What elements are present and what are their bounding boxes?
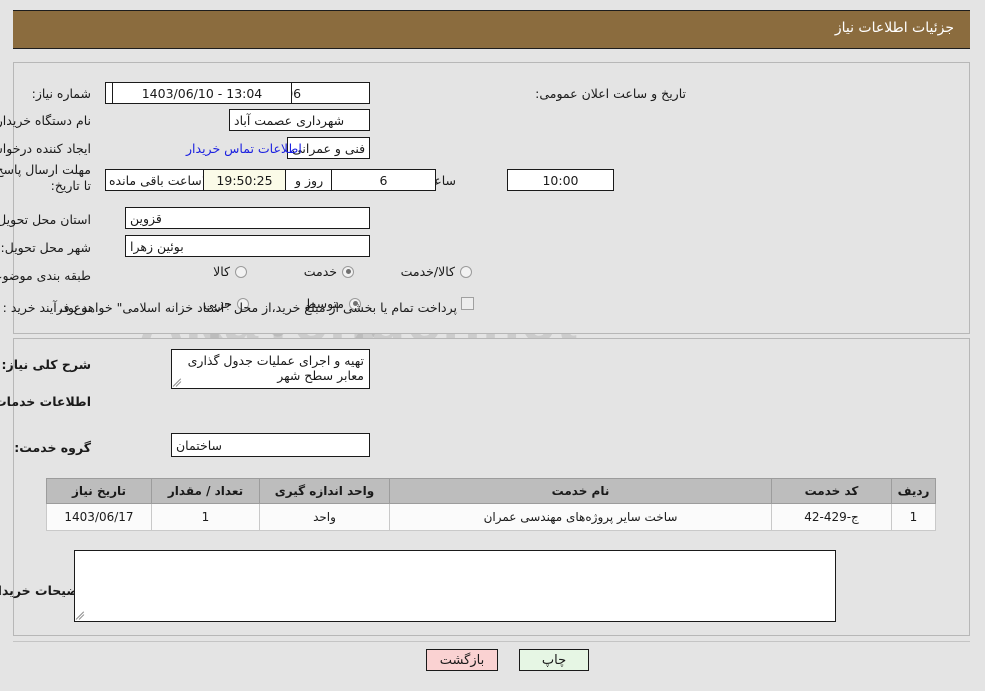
cell-service-name: ساخت سایر پروژه‌های مهندسی عمران — [390, 503, 773, 531]
radio-indicator-khedmat — [343, 265, 355, 278]
request-creator-label: ایجاد کننده درخواست: — [0, 141, 92, 156]
table-row: 1 ج-429-42 ساخت سایر پروژه‌های مهندسی عم… — [47, 503, 937, 531]
response-deadline-label: مهلت ارسال پاسخ: تا تاریخ: — [0, 162, 92, 193]
resize-grip-icon[interactable] — [173, 377, 185, 387]
page-header-bar: جزئیات اطلاعات نیاز — [14, 10, 971, 49]
delivery-city-value: بوئین زهرا — [126, 235, 371, 257]
remaining-days-value: 6 — [332, 169, 437, 191]
buyer-notes-textarea[interactable] — [75, 550, 837, 622]
treasury-bond-checkbox[interactable] — [462, 297, 475, 310]
col-header-unit: واحد اندازه گیری — [260, 478, 391, 504]
table-header-row: ردیف کد خدمت نام خدمت واحد اندازه گیری ت… — [47, 478, 937, 504]
print-button[interactable]: چاپ — [520, 649, 590, 671]
delivery-province-label: استان محل تحویل: — [0, 212, 92, 227]
delivery-province-value: قزوین — [126, 207, 371, 229]
radio-label-kala-khedmat: کالا/خدمت — [401, 264, 456, 279]
remaining-hours-label: ساعت باقی مانده — [110, 173, 203, 188]
col-header-service-code: کد خدمت — [772, 478, 893, 504]
services-info-heading: اطلاعات خدمات مورد نیاز — [0, 394, 92, 409]
services-table: ردیف کد خدمت نام خدمت واحد اندازه گیری ت… — [47, 478, 937, 531]
radio-category-kala[interactable]: کالا — [214, 264, 248, 279]
radio-category-kala-khedmat[interactable]: کالا/خدمت — [402, 264, 473, 279]
cell-row-number: 1 — [892, 503, 937, 531]
countdown-timer-value: 19:50:25 — [204, 169, 287, 191]
need-number-label: شماره نیاز: — [32, 86, 92, 101]
radio-label-khedmat: خدمت — [304, 264, 338, 279]
cell-service-code: ج-429-42 — [772, 503, 893, 531]
cell-need-date: 1403/06/17 — [47, 503, 153, 531]
page-title: جزئیات اطلاعات نیاز — [835, 20, 955, 36]
buyer-org-value: شهرداری عصمت آباد — [230, 109, 371, 131]
buyer-contact-link[interactable]: اطلاعات تماس خریدار — [187, 141, 303, 156]
col-header-need-date: تاریخ نیاز — [47, 478, 153, 504]
general-description-value: تهیه و اجرای عملیات جدول گذاری معابر سطح… — [188, 353, 365, 383]
cell-unit: واحد — [260, 503, 391, 531]
radio-label-kala: کالا — [214, 264, 231, 279]
service-group-label: گروه خدمت: — [15, 440, 92, 455]
radio-indicator-kala — [236, 265, 248, 278]
treasury-bond-label: پرداخت تمام یا بخشی از مبلغ خرید،از محل … — [59, 300, 458, 315]
delivery-city-label: شهر محل تحویل: — [1, 240, 92, 255]
col-header-service-name: نام خدمت — [390, 478, 773, 504]
buyer-org-label: نام دستگاه خریدار: — [0, 113, 92, 128]
general-description-textarea[interactable]: تهیه و اجرای عملیات جدول گذاری معابر سطح… — [172, 349, 371, 389]
resize-grip-icon-notes[interactable] — [76, 610, 88, 620]
public-announcement-label: تاریخ و ساعت اعلان عمومی: — [536, 86, 687, 101]
radio-indicator-kala-khedmat — [461, 265, 473, 278]
back-button[interactable]: بازگشت — [427, 649, 499, 671]
remaining-days-label: روز و — [296, 173, 325, 188]
footer-divider — [14, 641, 971, 642]
deadline-hour-value: 10:00 — [508, 169, 615, 191]
col-header-quantity: تعداد / مقدار — [152, 478, 261, 504]
col-header-row: ردیف — [892, 478, 937, 504]
cell-quantity: 1 — [152, 503, 261, 531]
service-group-value: ساختمان — [172, 433, 371, 457]
subject-category-label: طبقه بندی موضوعی: — [0, 268, 92, 283]
radio-category-khedmat[interactable]: خدمت — [305, 264, 355, 279]
public-announcement-value: 1403/06/10 - 13:04 — [113, 82, 293, 104]
general-description-label: شرح کلی نیاز: — [2, 357, 92, 372]
